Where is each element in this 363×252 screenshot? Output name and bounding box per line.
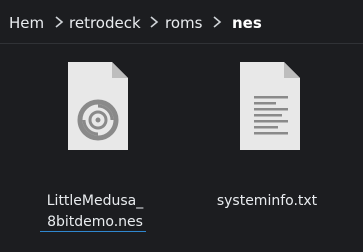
chevron-right-icon bbox=[211, 15, 223, 29]
breadcrumb-item-retrodeck[interactable]: retrodeck bbox=[69, 14, 141, 32]
breadcrumb-item-hem[interactable]: Hem bbox=[9, 14, 44, 32]
chevron-right-icon bbox=[148, 15, 160, 29]
text-file-icon bbox=[240, 62, 300, 150]
file-name-line1: systeminfo.txt bbox=[216, 193, 318, 209]
disc-file-icon bbox=[68, 62, 128, 150]
file-name: systeminfo.txt bbox=[208, 191, 326, 212]
file-name-line2: 8bitdemo.nes bbox=[47, 214, 143, 230]
file-item-systeminfo[interactable]: systeminfo.txt bbox=[208, 62, 326, 234]
chevron-right-icon bbox=[53, 15, 65, 29]
file-name-line1: LittleMedusa_ bbox=[46, 193, 144, 209]
breadcrumb-item-nes[interactable]: nes bbox=[232, 14, 262, 32]
file-view[interactable]: LittleMedusa_ 8bitdemo.nes systeminfo.tx… bbox=[0, 44, 363, 252]
file-item-littlemedusa[interactable]: LittleMedusa_ 8bitdemo.nes bbox=[36, 62, 154, 234]
breadcrumb-item-roms[interactable]: roms bbox=[165, 14, 202, 32]
selection-underline bbox=[40, 231, 146, 232]
breadcrumb: Hem retrodeck roms nes bbox=[0, 0, 363, 44]
file-name: LittleMedusa_ 8bitdemo.nes bbox=[36, 191, 154, 233]
